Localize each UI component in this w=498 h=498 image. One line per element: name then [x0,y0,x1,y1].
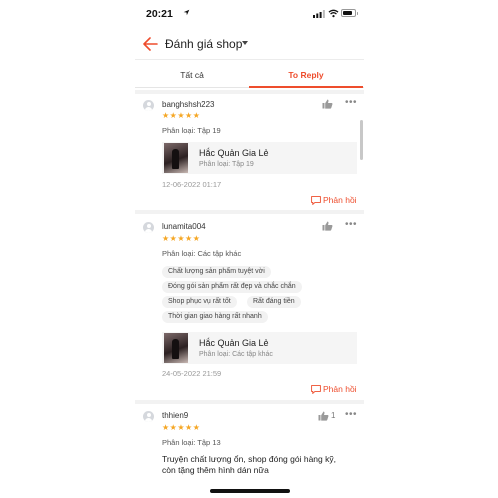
reviewer-username: banghshsh223 [162,100,215,109]
reply-icon [311,196,321,205]
review-card: banghshsh223 ••• ★★★★★ Phân loại: Tập 19… [135,94,364,209]
avatar [143,222,154,233]
scrollbar[interactable] [360,120,363,160]
review-date: 12-06-2022 01:17 [162,180,222,189]
more-icon[interactable]: ••• [345,219,357,230]
thumbs-up-icon[interactable] [318,411,329,421]
product-thumbnail [164,143,188,173]
thumbs-up-icon[interactable] [322,99,333,109]
thumbs-up-icon[interactable] [322,221,333,231]
header-bar: Đánh giá shop [135,30,364,60]
battery-level [343,11,352,15]
back-arrow-icon[interactable] [143,37,158,51]
star-rating: ★★★★★ [162,234,201,243]
star-rating: ★★★★★ [162,111,201,120]
reviewer-username: thhien9 [162,411,189,420]
more-icon[interactable]: ••• [345,97,357,108]
reviewer-username: lunamita004 [162,222,206,231]
avatar [143,100,154,111]
reply-button[interactable]: Phản hồi [311,384,359,396]
reply-button[interactable]: Phản hồi [311,195,359,207]
review-tag: Rất đáng tiền [247,296,301,308]
product-thumbnail [164,333,188,363]
review-tag: Chất lượng sản phẩm tuyệt vời [162,266,271,278]
more-icon[interactable]: ••• [345,409,357,420]
status-time: 20:21 [146,8,173,20]
review-date: 24-05-2022 21:59 [162,369,222,378]
product-variant: Phân loại: Các tập khác [199,351,273,358]
tab-to-reply[interactable]: To Reply [249,62,363,88]
app-screen: 20:21 Đánh giá shop Tất cả To Reply bang… [135,0,364,498]
star-rating: ★★★★★ [162,423,201,432]
review-card: thhien9 1 ••• ★★★★★ Phân loại: Tập 13 Tr… [135,404,364,498]
review-variant: Phân loại: Tập 13 [162,438,221,447]
review-card: lunamita004 ••• ★★★★★ Phân loại: Các tập… [135,214,364,399]
review-tag: Thời gian giao hàng rất nhanh [162,311,268,323]
review-tag: Shop phục vụ rất tốt [162,296,237,308]
review-tag: Đóng gói sản phẩm rất đẹp và chắc chắn [162,281,302,293]
cellular-signal-icon [313,10,325,18]
product-card[interactable]: Hắc Quản Gia Lẻ Phân loại: Các tập khác [162,332,357,364]
location-icon [183,9,190,16]
review-variant: Phân loại: Các tập khác [162,249,242,258]
avatar [143,411,154,422]
wifi-icon [328,9,339,18]
product-variant: Phân loại: Tập 19 [199,161,254,168]
home-indicator[interactable] [210,489,290,493]
status-bar: 20:21 [135,0,364,28]
caret-down-icon[interactable] [242,41,248,46]
like-count: 1 [331,411,336,420]
battery-icon [341,9,358,17]
tab-all[interactable]: Tất cả [135,62,249,88]
product-title: Hắc Quản Gia Lẻ [199,148,269,158]
review-text-line: còn tặng thêm hình dán nữa [162,465,269,475]
review-tabs: Tất cả To Reply [135,62,364,88]
product-card[interactable]: Hắc Quản Gia Lẻ Phân loại: Tập 19 [162,142,357,174]
reply-icon [311,385,321,394]
page-title[interactable]: Đánh giá shop [165,37,242,51]
review-variant: Phân loại: Tập 19 [162,126,221,135]
reply-label: Phản hồi [323,195,357,205]
reply-label: Phản hồi [323,384,357,394]
product-title: Hắc Quản Gia Lẻ [199,338,269,348]
review-text-line: Truyện chất lượng ổn, shop đóng gói hàng… [162,454,336,464]
